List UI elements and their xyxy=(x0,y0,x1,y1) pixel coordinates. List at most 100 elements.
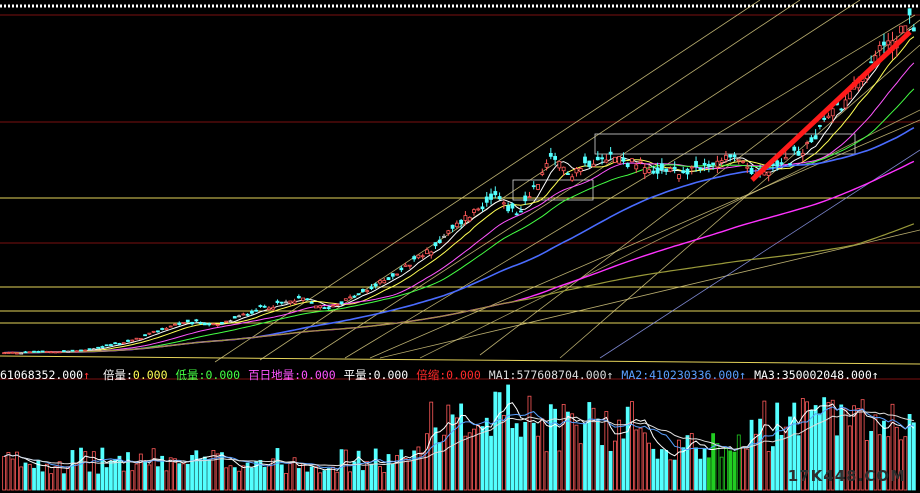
candle xyxy=(557,161,562,169)
candle xyxy=(459,219,464,225)
candle xyxy=(745,166,750,169)
volume-bar xyxy=(249,467,254,491)
candle xyxy=(510,203,515,209)
volume-bar xyxy=(561,404,566,491)
candle xyxy=(741,161,745,163)
candle xyxy=(130,339,135,342)
volume-bar xyxy=(425,433,429,491)
candle xyxy=(480,206,485,210)
volume-bar xyxy=(126,452,130,491)
volume-bar xyxy=(612,440,617,491)
volume-bar xyxy=(604,411,609,491)
candle xyxy=(647,169,651,173)
volume-indicator-bar: 61068352.000↑ 倍量:0.000 低量:0.000 百日地量:0.000… xyxy=(0,367,920,383)
candle xyxy=(365,290,370,293)
volume-indicator-items: 倍量:0.000 低量:0.000 百日地量:0.000 平量:0.000 倍缩:0.0… xyxy=(103,367,887,383)
fan-line xyxy=(214,0,761,363)
volume-bar xyxy=(296,468,301,491)
volume-bar xyxy=(489,435,493,491)
candle xyxy=(681,170,686,174)
candle xyxy=(407,264,412,267)
candle xyxy=(706,164,711,167)
candle xyxy=(583,156,587,164)
volume-indicator-label: 平量: xyxy=(343,368,374,382)
candle xyxy=(826,115,831,119)
volume-bar xyxy=(467,432,472,491)
volume-bar xyxy=(382,472,387,491)
volume-bar xyxy=(407,460,412,491)
candle xyxy=(805,142,809,145)
volume-bar xyxy=(480,426,485,491)
candle xyxy=(151,330,156,333)
candle xyxy=(570,176,575,181)
candle xyxy=(724,154,728,160)
candle xyxy=(749,167,754,175)
volume-bar xyxy=(450,414,455,491)
candle xyxy=(109,344,113,346)
volume-bar xyxy=(23,462,28,491)
volume-bar xyxy=(621,438,626,491)
candle xyxy=(450,224,455,229)
candle xyxy=(40,350,45,353)
volume-bar xyxy=(655,458,660,491)
candle xyxy=(664,168,669,172)
candle xyxy=(15,352,19,355)
volume-bar xyxy=(53,466,58,491)
candle xyxy=(241,313,246,316)
volume-bar xyxy=(309,466,314,491)
candle xyxy=(497,196,502,200)
volume-bar xyxy=(66,466,71,491)
candle xyxy=(877,45,882,51)
candle xyxy=(348,296,352,299)
candle xyxy=(305,298,310,301)
volume-bar xyxy=(237,470,241,491)
volume-bar xyxy=(15,451,19,491)
candle xyxy=(134,337,139,340)
candle xyxy=(254,309,259,312)
volume-bar xyxy=(617,419,622,491)
candle xyxy=(642,167,647,174)
volume-bar xyxy=(519,436,523,491)
volume-bar xyxy=(578,443,583,491)
candle xyxy=(382,280,387,284)
volume-bar xyxy=(335,471,340,491)
candle xyxy=(454,222,459,228)
candle xyxy=(608,151,613,155)
candle xyxy=(442,235,446,238)
candle xyxy=(839,108,844,111)
volume-bar xyxy=(783,426,788,491)
candle xyxy=(698,167,703,170)
fan-line xyxy=(309,0,861,359)
volume-bar xyxy=(557,450,562,491)
volume-indicator-label: MA2: xyxy=(621,368,650,382)
candle xyxy=(91,348,96,351)
volume-indicator-value: 0.000 xyxy=(373,368,409,382)
volume-bar xyxy=(164,470,169,491)
candle xyxy=(484,196,489,203)
volume-bar xyxy=(412,450,417,491)
volume-bar xyxy=(224,467,229,491)
candle xyxy=(907,8,912,16)
candle xyxy=(160,328,165,330)
volume-bar xyxy=(442,434,446,491)
volume-bar xyxy=(476,425,481,491)
candle xyxy=(143,334,147,337)
candle xyxy=(420,255,425,258)
volume-bar xyxy=(6,452,11,491)
volume-bar xyxy=(343,449,348,491)
volume-bar xyxy=(694,447,698,491)
volume-bar xyxy=(484,417,489,491)
volume-bar xyxy=(728,450,733,491)
candle xyxy=(506,205,511,212)
volume-bar xyxy=(267,465,271,491)
volume-bar xyxy=(711,433,716,491)
candle xyxy=(882,41,886,46)
volume-bar xyxy=(664,450,669,491)
candle xyxy=(523,195,528,202)
volume-indicator-value: 0.000 xyxy=(446,368,481,382)
candle xyxy=(318,305,323,309)
candle xyxy=(70,349,75,352)
volume-bar xyxy=(173,458,177,491)
candle xyxy=(23,351,28,354)
volume-bar xyxy=(207,460,212,491)
